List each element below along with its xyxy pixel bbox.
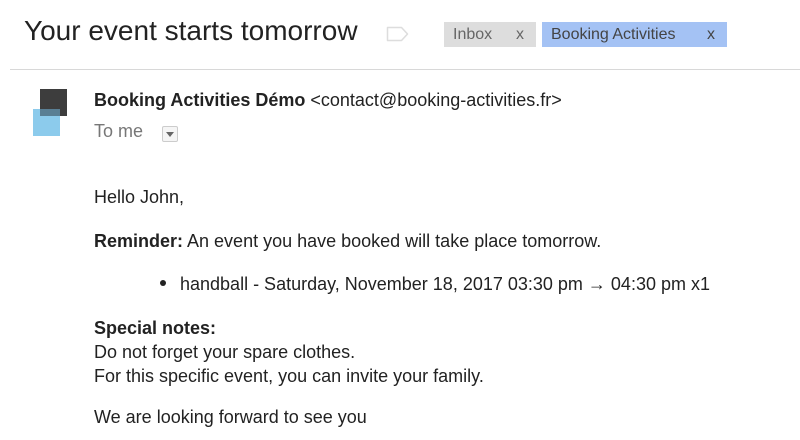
email-closing: We are looking forward to see you [94,407,367,427]
sender-email: <contact@booking-activities.fr> [310,90,562,110]
chevron-down-icon [166,132,174,137]
email-subject: Your event starts tomorrow [24,15,358,46]
sender-avatar [33,89,67,137]
label-chip-inbox-text: Inbox [453,26,493,43]
remove-label-booking-activities-button[interactable]: x [707,22,715,47]
recipient-details-dropdown[interactable] [162,126,178,142]
sender-line: Booking Activities Démo <contact@booking… [94,90,562,111]
special-notes-title: Special notes: [94,318,217,338]
label-chip-booking-activities-text: Booking Activities [551,26,676,43]
remove-label-inbox-button[interactable]: x [516,22,524,47]
avatar-overlap-square [40,109,60,116]
label-chip-booking-activities[interactable]: Booking Activities x [542,22,727,47]
email-reminder: Reminder: An event you have booked will … [94,231,601,252]
bullet-icon [160,280,166,287]
special-notes-line: Do not forget your spare clothes. [94,342,356,362]
email-greeting: Hello John, [94,187,185,207]
reminder-label: Reminder: [94,231,184,251]
header-divider [10,69,800,70]
special-notes-line: For this specific event, you can invite … [94,366,484,386]
event-item-text: handball - Saturday, November 18, 2017 0… [180,274,710,294]
label-chip-inbox[interactable]: Inbox x [444,22,536,47]
event-list-item: handball - Saturday, November 18, 2017 0… [160,274,710,295]
email-header: Your event starts tomorrow Inbox x Booki… [0,0,800,68]
sender-name[interactable]: Booking Activities Démo [94,90,305,110]
reminder-text: An event you have booked will take place… [183,231,602,251]
recipient-line: To me [94,121,144,141]
label-tag-icon[interactable] [386,26,410,42]
